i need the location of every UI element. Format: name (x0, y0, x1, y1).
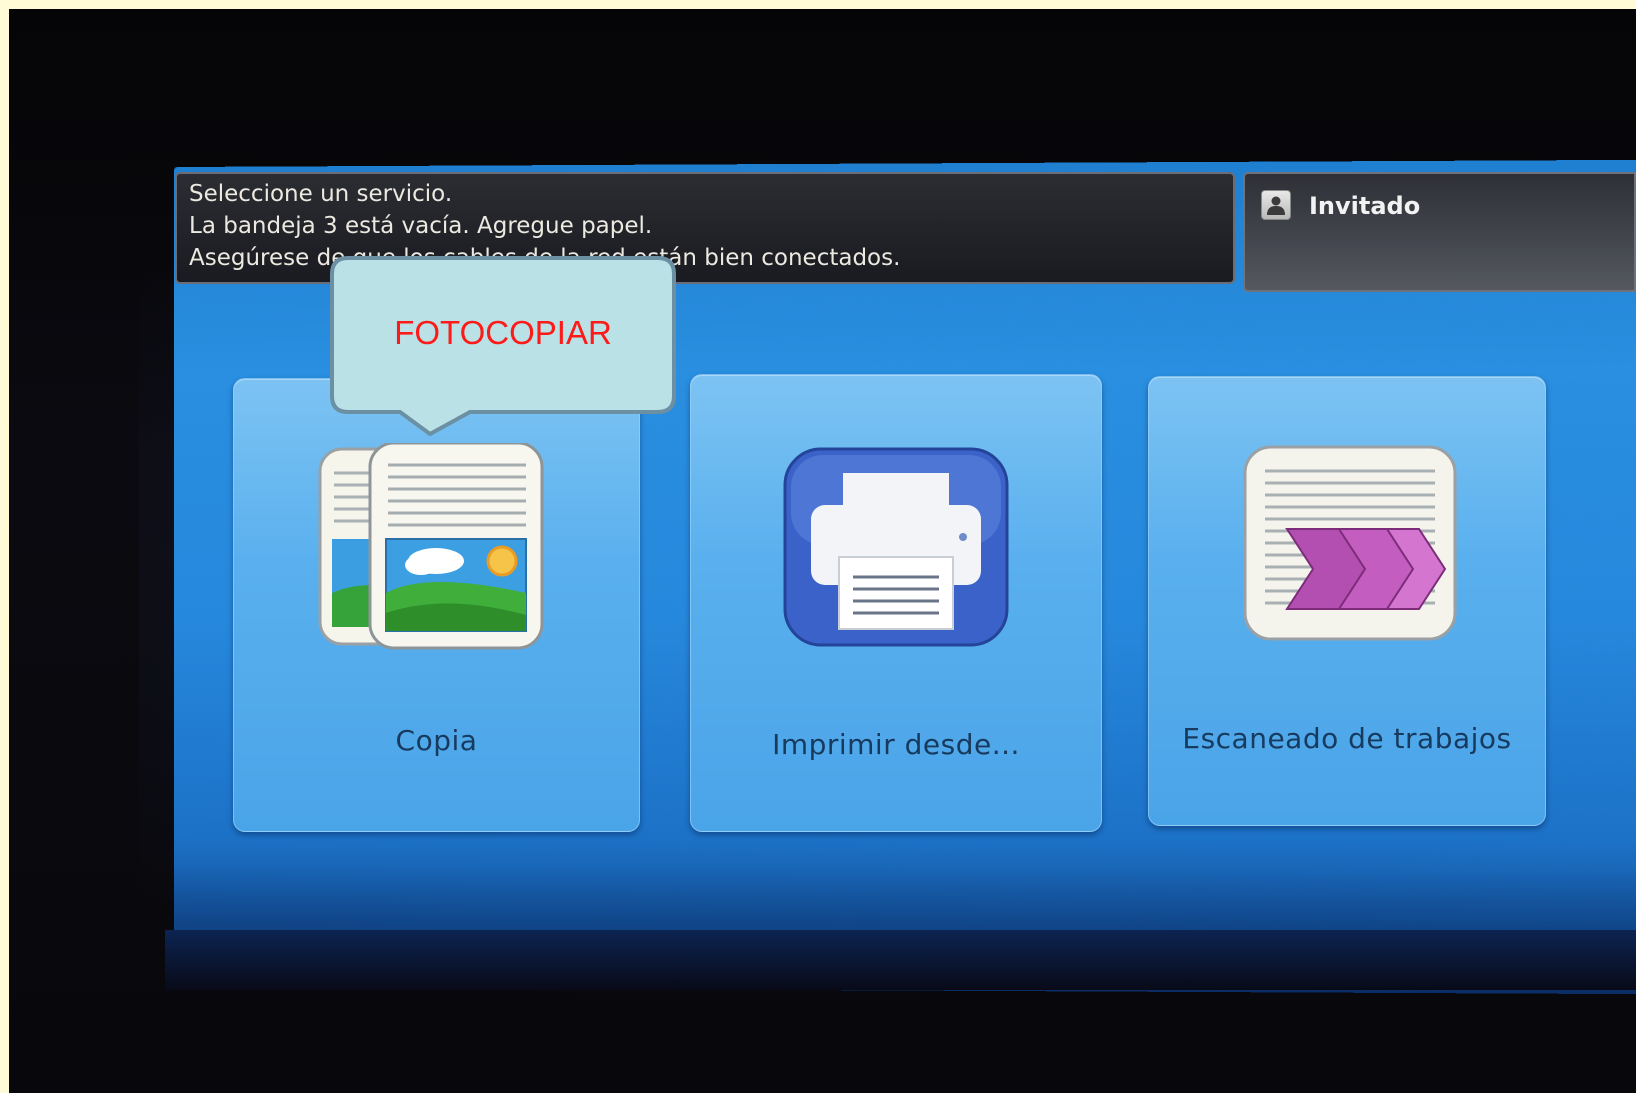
status-message-line: La bandeja 3 está vacía. Agregue papel. (189, 213, 653, 239)
print-from-service-label: Imprimir desde... (772, 728, 1020, 761)
print-from-service-tile[interactable]: Imprimir desde... (690, 374, 1102, 832)
status-message-line: Seleccione un servicio. (189, 181, 453, 207)
scan-workflow-service-tile[interactable]: Escaneado de trabajos (1148, 376, 1546, 826)
scan-workflow-icon (1243, 445, 1457, 645)
callout-text: FOTOCOPIAR (394, 314, 612, 351)
copy-icon (316, 441, 546, 657)
copy-service-label: Copia (395, 724, 478, 757)
user-panel[interactable]: Invitado (1243, 172, 1636, 292)
scan-workflow-service-label: Escaneado de trabajos (1182, 722, 1512, 755)
copy-service-tile[interactable]: Copia (233, 378, 640, 832)
printer-icon (783, 447, 1009, 651)
fotocopiar-callout: FOTOCOPIAR (330, 256, 676, 437)
user-name: Invitado (1309, 192, 1421, 220)
screen-lower-edge (165, 930, 1636, 990)
user-icon (1261, 190, 1291, 220)
